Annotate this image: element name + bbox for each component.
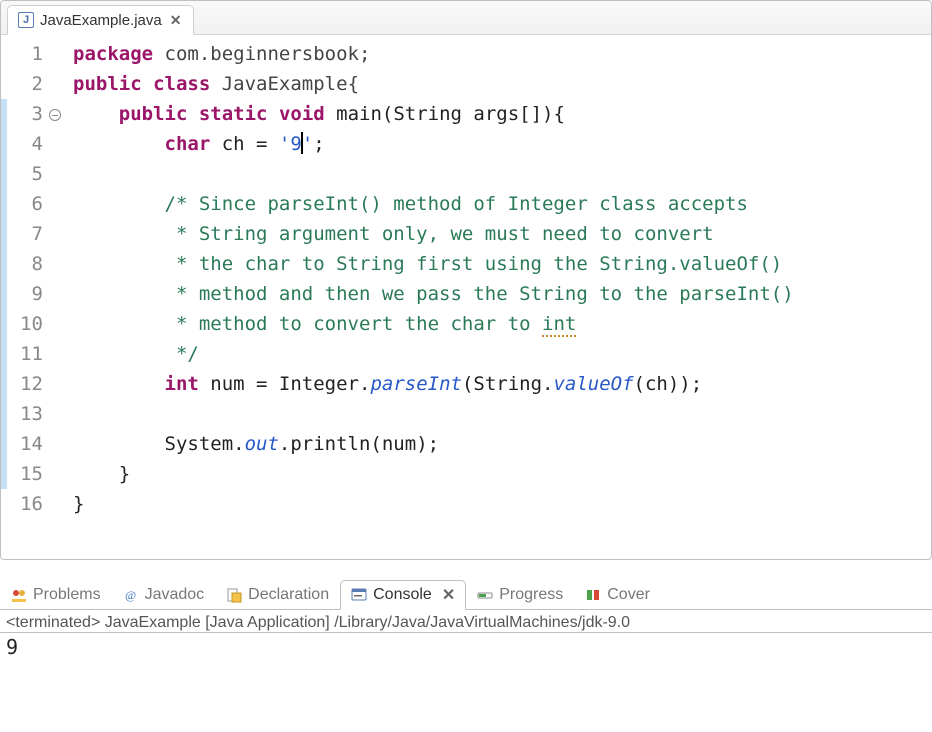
tab-declaration[interactable]: Declaration bbox=[215, 580, 340, 610]
java-file-icon: J bbox=[18, 12, 34, 28]
problems-icon bbox=[11, 587, 27, 603]
declaration-icon bbox=[226, 587, 242, 603]
tab-coverage[interactable]: Cover bbox=[574, 580, 661, 610]
editor-tab-title: JavaExample.java bbox=[40, 12, 162, 29]
editor-tabbar: J JavaExample.java ✕ bbox=[1, 1, 931, 35]
close-icon[interactable]: ✕ bbox=[168, 12, 184, 29]
text-caret bbox=[301, 132, 303, 154]
bottom-panel: Problems @ Javadoc Declaration Console ✕… bbox=[0, 578, 932, 661]
editor-tab-javaexample[interactable]: J JavaExample.java ✕ bbox=[7, 5, 194, 35]
tab-javadoc[interactable]: @ Javadoc bbox=[112, 580, 216, 610]
code-editor[interactable]: package com.beginnersbook; public class … bbox=[63, 35, 931, 559]
close-icon[interactable]: ✕ bbox=[442, 585, 455, 605]
view-tabbar: Problems @ Javadoc Declaration Console ✕… bbox=[0, 578, 932, 610]
svg-text:@: @ bbox=[125, 588, 136, 602]
progress-icon bbox=[477, 587, 493, 603]
console-icon bbox=[351, 587, 367, 603]
coverage-icon bbox=[585, 587, 601, 603]
fold-column bbox=[47, 35, 63, 559]
console-output[interactable]: 9 bbox=[0, 633, 932, 661]
code-area[interactable]: 12345678910111213141516 package com.begi… bbox=[1, 35, 931, 559]
tab-console[interactable]: Console ✕ bbox=[340, 580, 466, 610]
fold-toggle-icon[interactable] bbox=[49, 109, 61, 121]
editor-panel: J JavaExample.java ✕ 1234567891011121314… bbox=[0, 0, 932, 560]
gutter: 12345678910111213141516 bbox=[1, 35, 63, 559]
tab-progress[interactable]: Progress bbox=[466, 580, 574, 610]
line-numbers: 12345678910111213141516 bbox=[7, 35, 47, 559]
javadoc-icon: @ bbox=[123, 587, 139, 603]
console-status: <terminated> JavaExample [Java Applicati… bbox=[0, 610, 932, 633]
tab-problems[interactable]: Problems bbox=[0, 580, 112, 610]
